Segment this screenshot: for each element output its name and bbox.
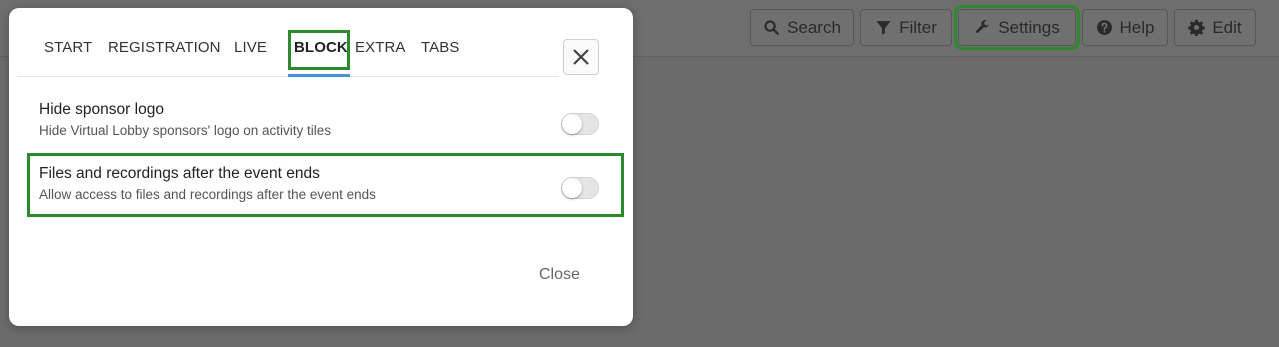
active-tab-indicator: [288, 74, 350, 77]
setting-description: Hide Virtual Lobby sponsors' logo on act…: [39, 123, 331, 138]
gear-icon: [1188, 19, 1206, 36]
tab-bar: START REGISTRATION LIVE BLOCK EXTRA TABS: [17, 8, 559, 77]
filter-icon: [876, 21, 891, 35]
close-button[interactable]: Close: [539, 266, 580, 284]
setting-title: Files and recordings after the event end…: [39, 165, 320, 182]
settings-button-label: Settings: [998, 17, 1060, 37]
hide-sponsor-logo-toggle[interactable]: [561, 113, 599, 135]
search-button-label: Search: [787, 17, 841, 37]
edit-button-label: Edit: [1212, 17, 1242, 37]
close-icon: [573, 49, 589, 65]
tab-extra[interactable]: EXTRA: [355, 39, 406, 56]
tab-start[interactable]: START: [44, 39, 92, 56]
setting-hide-sponsor-logo: Hide sponsor logo Hide Virtual Lobby spo…: [39, 101, 331, 138]
setting-files-recordings: Files and recordings after the event end…: [39, 165, 376, 202]
setting-title: Hide sponsor logo: [39, 101, 164, 118]
edit-button[interactable]: Edit: [1174, 9, 1256, 46]
search-button[interactable]: Search: [750, 9, 854, 46]
help-button-label: Help: [1119, 17, 1155, 37]
tab-registration[interactable]: REGISTRATION: [108, 39, 221, 56]
settings-dialog: START REGISTRATION LIVE BLOCK EXTRA TABS…: [9, 8, 633, 326]
toggle-knob: [562, 178, 582, 198]
tab-tabs[interactable]: TABS: [421, 39, 459, 56]
search-icon: [764, 20, 780, 36]
settings-button[interactable]: Settings: [954, 5, 1080, 50]
toggle-knob: [562, 114, 582, 134]
setting-description: Allow access to files and recordings aft…: [39, 187, 376, 202]
tab-block-highlight: [288, 30, 350, 70]
filter-button-label: Filter: [899, 17, 937, 37]
filter-button[interactable]: Filter: [860, 9, 952, 46]
wrench-icon: [976, 19, 990, 33]
files-recordings-toggle[interactable]: [561, 177, 599, 199]
dialog-close-button[interactable]: [563, 39, 599, 75]
question-circle-icon: [1096, 20, 1112, 35]
tab-live[interactable]: LIVE: [234, 39, 267, 56]
help-button[interactable]: Help: [1082, 9, 1168, 46]
